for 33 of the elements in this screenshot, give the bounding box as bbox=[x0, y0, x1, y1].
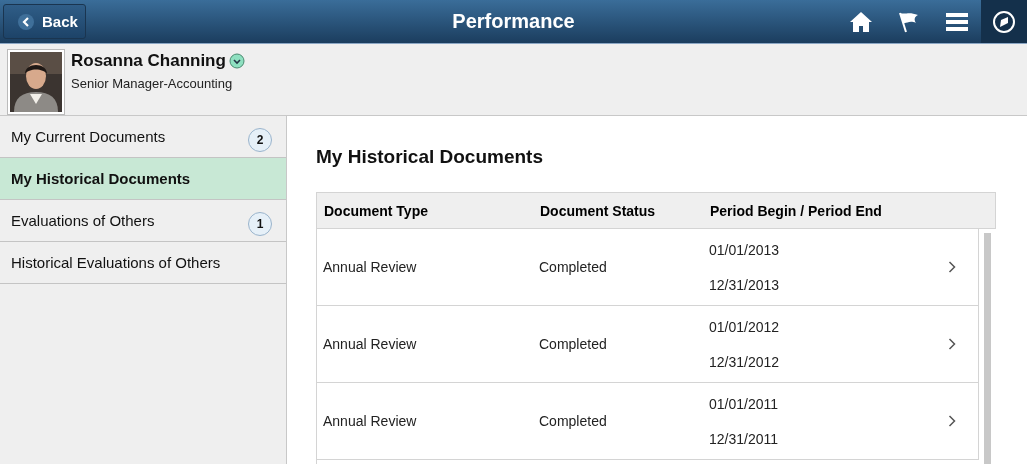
chevron-down-icon[interactable] bbox=[228, 53, 245, 69]
table-cell-text: Annual Review bbox=[323, 259, 418, 275]
table-cell-text: 01/01/2013 bbox=[709, 241, 781, 258]
chevron-right-icon bbox=[948, 415, 956, 427]
column-header: Period Begin / Period End bbox=[710, 202, 883, 219]
scrollbar[interactable] bbox=[984, 233, 991, 464]
job-title: Senior Manager-Accounting bbox=[71, 76, 234, 91]
chevron-right-icon bbox=[948, 338, 956, 350]
table-row[interactable]: Annual Review Completed 01/01/2012 12/31/2012 bbox=[317, 306, 979, 383]
compass-icon[interactable] bbox=[981, 0, 1027, 43]
count-badge: 1 bbox=[248, 211, 272, 236]
table-cell-text: 01/01/2012 bbox=[709, 318, 781, 335]
table-cell-text: Annual Review bbox=[323, 413, 418, 429]
page-title: Performance bbox=[452, 10, 575, 33]
column-header: Document Type bbox=[324, 202, 429, 219]
table-cell-text: Completed bbox=[539, 259, 608, 275]
table-row[interactable]: Annual Review Completed 01/01/2011 12/31/2011 bbox=[317, 383, 979, 460]
table-cell-text: 01/01/2011 bbox=[709, 395, 780, 412]
count-badge: 2 bbox=[248, 127, 272, 152]
table-cell-text: Completed bbox=[539, 336, 608, 352]
sidebar-item[interactable]: My Historical Documents bbox=[0, 158, 286, 200]
table-cell-text: Completed bbox=[539, 413, 608, 429]
back-button[interactable]: Back bbox=[3, 4, 86, 39]
person-name: Rosanna Channing bbox=[71, 51, 226, 71]
section-title: My Historical Documents bbox=[316, 146, 544, 168]
table-cell-text: 12/31/2011 bbox=[709, 430, 780, 447]
back-icon bbox=[18, 13, 34, 30]
chevron-right-icon bbox=[948, 261, 956, 273]
table-cell-text: Annual Review bbox=[323, 336, 418, 352]
table-cell-text: 12/31/2013 bbox=[709, 276, 781, 293]
table-cell-text: 12/31/2012 bbox=[709, 353, 781, 370]
table-row[interactable]: Annual Review Completed 01/01/2013 12/31/2013 bbox=[317, 229, 979, 306]
column-header: Document Status bbox=[540, 202, 657, 219]
